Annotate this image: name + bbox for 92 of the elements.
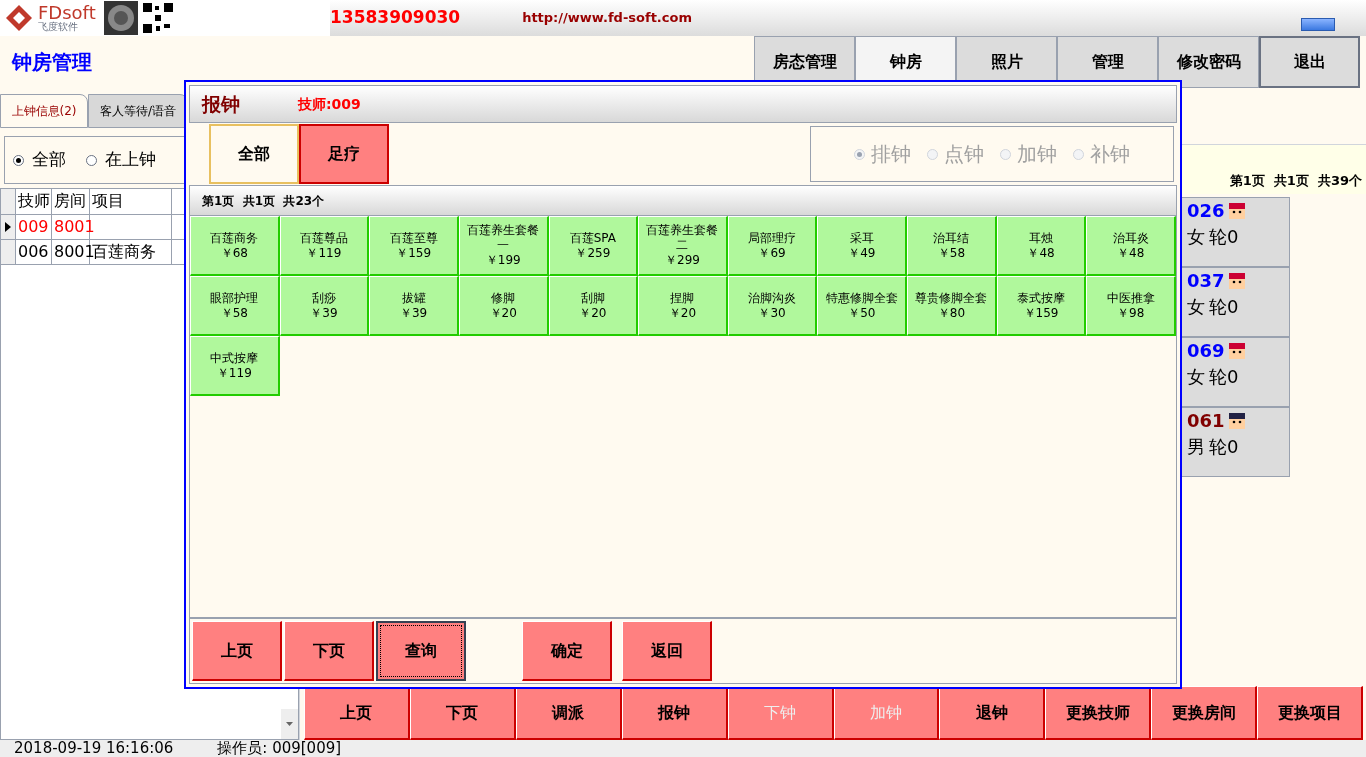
service-item[interactable]: 捏脚 ￥20 [638, 276, 728, 336]
action-button[interactable]: 退钟 [939, 686, 1046, 740]
column-header: 房间 [52, 189, 90, 214]
dialog-button[interactable]: 上页 [192, 621, 282, 681]
radio-button[interactable] [86, 154, 97, 166]
radio-label: 在上钟 [105, 148, 156, 172]
column-header: 项目 [90, 189, 172, 214]
service-item[interactable]: 百莲至尊 ￥159 [369, 216, 459, 276]
logo-text: FDsoft [38, 4, 96, 22]
service-item[interactable]: 眼部护理 ￥58 [190, 276, 280, 336]
service-item[interactable]: 耳烛 ￥48 [996, 216, 1087, 276]
technician-gender: 女 [1187, 294, 1205, 319]
action-button[interactable]: 上页 [304, 686, 410, 740]
service-item[interactable]: 治脚沟炎 ￥30 [727, 276, 818, 336]
radio-button[interactable] [13, 154, 24, 166]
service-item[interactable]: 百莲养生套餐一 ￥199 [458, 216, 549, 276]
avatar-icon [1228, 203, 1245, 220]
service-item[interactable]: 修脚 ￥20 [458, 276, 549, 336]
technician-gender: 女 [1187, 224, 1205, 249]
action-button[interactable]: 调派 [515, 686, 622, 740]
technician-card[interactable]: 069 女 轮0 [1180, 337, 1290, 407]
service-item[interactable]: 百莲SPA ￥259 [548, 216, 639, 276]
action-button[interactable]: 更换技师 [1045, 686, 1152, 740]
radio-label: 排钟 [871, 141, 911, 168]
action-button[interactable]: 报钟 [621, 686, 728, 740]
phone-number: 13583909030 [330, 6, 461, 30]
table-cell: 009 [18, 217, 49, 236]
page-info: 第1页 共1页 共23个 [202, 192, 325, 210]
dialog-button[interactable]: 下页 [284, 621, 374, 681]
action-button[interactable]: 更换项目 [1257, 686, 1364, 740]
avatar-icon [1228, 343, 1245, 360]
page-title: 钟房管理 [12, 49, 92, 76]
technician-number: 026 [1187, 200, 1225, 223]
technician-label: 技师:009 [298, 94, 361, 114]
service-item[interactable]: 百莲养生套餐二 ￥299 [638, 216, 728, 276]
category-tab[interactable]: 足疗 [299, 124, 389, 184]
technician-turn: 轮0 [1209, 364, 1239, 389]
technician-turn: 轮0 [1209, 224, 1239, 249]
pager-info: 第1页 共1页 共39个 [1229, 171, 1362, 190]
category-tab[interactable]: 全部 [209, 124, 299, 184]
logo-icon [4, 3, 34, 33]
technician-number: 061 [1187, 410, 1225, 433]
technician-gender: 女 [1187, 364, 1205, 389]
row-pointer-icon [5, 222, 11, 232]
service-item[interactable]: 拔罐 ￥39 [369, 276, 459, 336]
scrollbar[interactable] [281, 709, 298, 739]
service-item[interactable]: 百莲尊品 ￥119 [279, 216, 370, 276]
service-item[interactable]: 泰式按摩 ￥159 [996, 276, 1087, 336]
nav-button[interactable]: 修改密码 [1158, 36, 1259, 88]
service-item[interactable]: 百莲商务 ￥68 [190, 216, 280, 276]
service-item[interactable]: 刮脚 ￥20 [548, 276, 639, 336]
dialog-button[interactable]: 查询 [376, 621, 466, 681]
window-button[interactable] [1301, 17, 1335, 31]
service-item[interactable]: 中医推拿 ￥98 [1086, 276, 1176, 336]
radio-label: 点钟 [944, 141, 984, 168]
nav-button[interactable]: 退出 [1259, 36, 1360, 88]
panel-tab[interactable]: 上钟信息(2) [0, 94, 88, 128]
website-url: http://www.fd-soft.com [522, 9, 692, 28]
table-cell: 006 [18, 242, 49, 261]
avatar-icon [1228, 413, 1245, 430]
action-button[interactable]: 下页 [409, 686, 516, 740]
technician-card[interactable]: 026 女 轮0 [1180, 197, 1290, 267]
column-header: 技师 [16, 189, 52, 214]
service-item[interactable]: 刮痧 ￥39 [279, 276, 370, 336]
caret-icon [286, 722, 293, 726]
technician-number: 069 [1187, 340, 1225, 363]
avatar-icon [1228, 273, 1245, 290]
dialog-button[interactable]: 返回 [622, 621, 712, 681]
table-cell: 百莲商务 [92, 242, 156, 261]
logo-subtitle: 飞度软件 [38, 22, 79, 32]
service-item[interactable]: 中式按摩 ￥119 [190, 336, 280, 396]
table-cell: 8001 [54, 217, 95, 236]
action-button[interactable]: 更换房间 [1151, 686, 1258, 740]
radio-label: 加钟 [1017, 141, 1057, 168]
technician-gender: 男 [1187, 434, 1205, 459]
technician-card[interactable]: 037 女 轮0 [1180, 267, 1290, 337]
status-datetime: 2018-09-19 16:16:06 [14, 740, 174, 757]
status-operator: 操作员: 009[009] [217, 740, 342, 757]
service-item[interactable]: 尊贵修脚全套 ￥80 [907, 276, 997, 336]
service-item[interactable]: 特惠修脚全套 ￥50 [817, 276, 908, 336]
technician-turn: 轮0 [1209, 434, 1239, 459]
service-item[interactable]: 局部理疗 ￥69 [727, 216, 818, 276]
dialog-button[interactable]: 确定 [522, 621, 612, 681]
technician-number: 037 [1187, 270, 1225, 293]
service-item[interactable]: 采耳 ￥49 [817, 216, 908, 276]
technician-turn: 轮0 [1209, 294, 1239, 319]
dialog-title: 报钟 [202, 91, 240, 117]
service-item[interactable]: 治耳结 ￥58 [907, 216, 997, 276]
service-item[interactable]: 治耳炎 ￥48 [1086, 216, 1176, 276]
radio-label: 全部 [32, 148, 66, 172]
radio-label: 补钟 [1090, 141, 1130, 168]
technician-card[interactable]: 061 男 轮0 [1180, 407, 1290, 477]
